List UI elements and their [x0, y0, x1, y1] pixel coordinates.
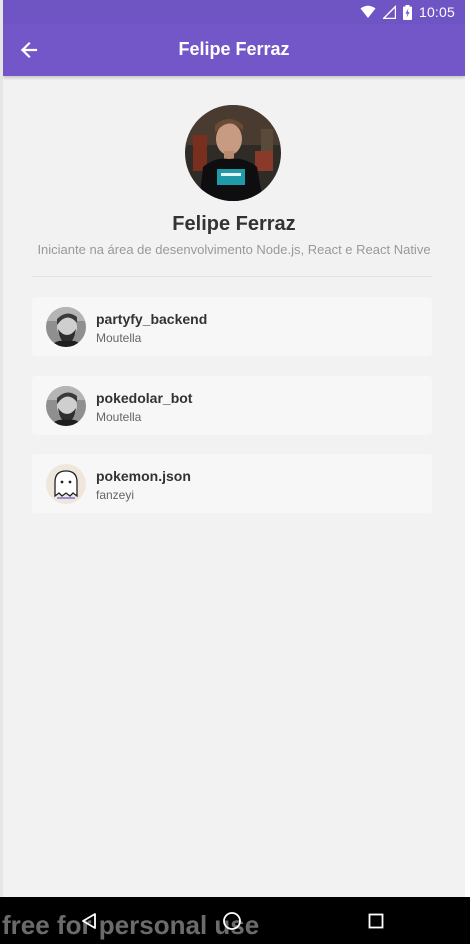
home-circle-icon [223, 912, 241, 930]
bearded-man-avatar [46, 386, 86, 426]
repo-name: pokemon.json [96, 468, 191, 484]
status-bar: 10:05 [3, 0, 465, 24]
page-title: Felipe Ferraz [178, 39, 290, 59]
status-time: 10:05 [418, 4, 455, 20]
signal-icon [382, 5, 396, 19]
profile-photo [185, 105, 281, 201]
nav-back-button[interactable] [75, 907, 103, 935]
repo-name: partyfy_backend [96, 311, 208, 327]
app-screen: 10:05 Felipe Ferraz Felipe Ferraz Inicia… [3, 0, 465, 944]
repo-owner: Moutella [96, 331, 142, 345]
profile-name: Felipe Ferraz [172, 213, 296, 235]
bearded-man-avatar [46, 307, 86, 347]
repo-owner: fanzeyi [96, 488, 135, 502]
profile-bio: Iniciante na área de desenvolvimento Nod… [37, 242, 431, 257]
recents-square-icon [368, 913, 384, 929]
owner-avatar [46, 307, 86, 347]
wifi-icon [360, 5, 376, 18]
status-icons: 10:05 [360, 3, 455, 21]
nav-home-button[interactable] [218, 907, 246, 935]
nav-recents-button[interactable] [362, 907, 390, 935]
owner-avatar [46, 386, 86, 426]
repo-name: pokedolar_bot [96, 390, 193, 406]
divider [32, 276, 432, 277]
ghost-avatar [46, 464, 86, 504]
navigation-bar: free for personal use [0, 897, 470, 944]
repo-card[interactable]: pokemon.json fanzeyi [32, 454, 432, 513]
back-triangle-icon [82, 913, 96, 929]
repo-owner: Moutella [96, 410, 142, 424]
battery-charging-icon [402, 4, 412, 20]
app-bar: Felipe Ferraz [3, 24, 465, 76]
repo-card[interactable]: partyfy_backend Moutella [32, 297, 432, 356]
repo-card[interactable]: pokedolar_bot Moutella [32, 376, 432, 435]
profile-avatar [185, 105, 281, 201]
owner-avatar [46, 464, 86, 504]
